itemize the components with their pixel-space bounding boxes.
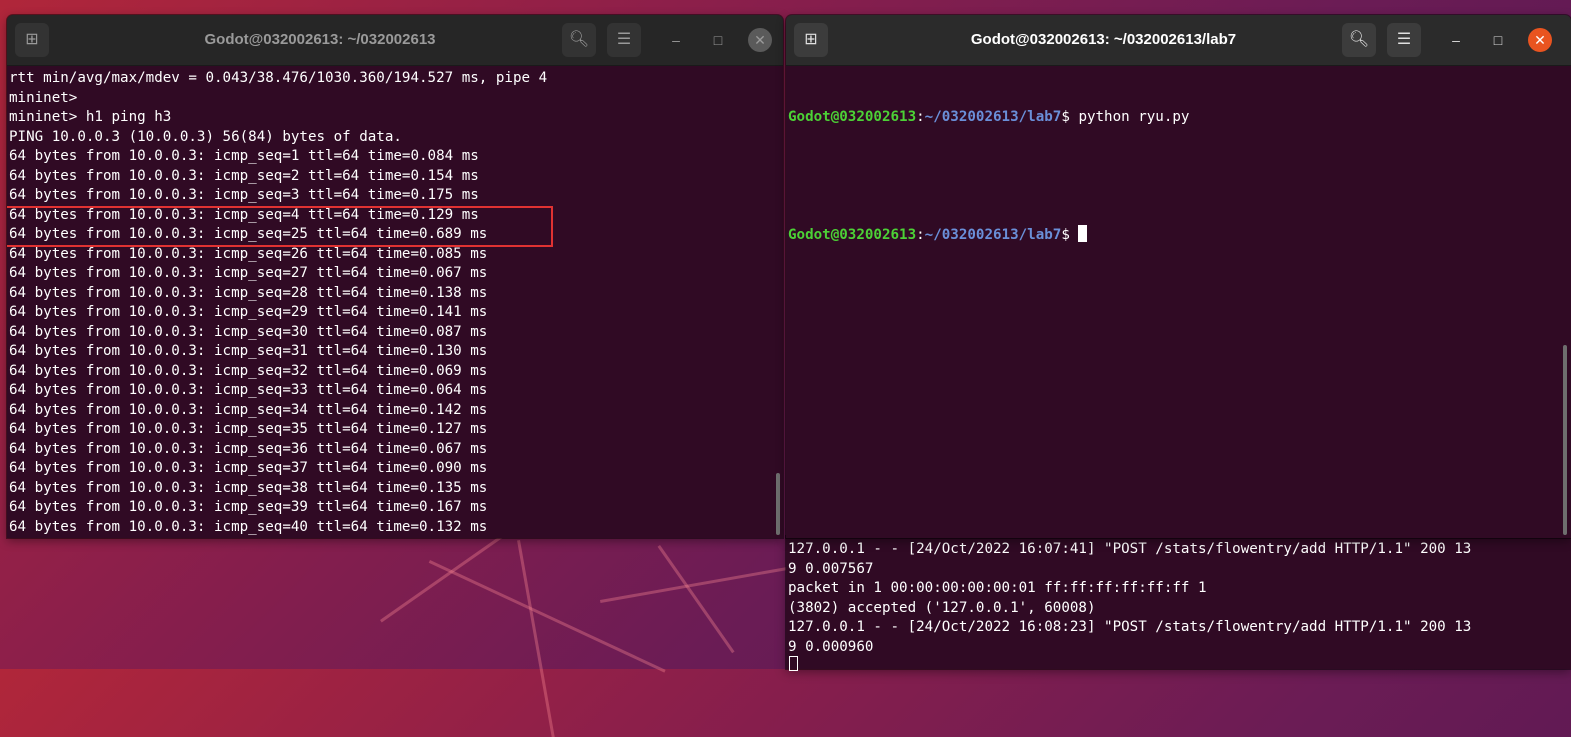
left-terminal-window[interactable]: ⊞ Godot@032002613: ~/032002613 🔍︎ ☰ – □ …	[7, 15, 783, 538]
window-title: Godot@032002613: ~/032002613	[204, 31, 436, 48]
text-cursor	[1078, 225, 1088, 242]
terminal-line: 64 bytes from 10.0.0.3: icmp_seq=27 ttl=…	[9, 265, 488, 281]
search-button[interactable]: 🔍︎	[1342, 23, 1376, 57]
terminal-line: 64 bytes from 10.0.0.3: icmp_seq=26 ttl=…	[9, 245, 488, 262]
terminal-line: packet in 1 00:00:00:00:00:01 ff:ff:ff:f…	[788, 580, 1207, 596]
background-terminal-output: 127.0.0.1 - - [24/Oct/2022 16:07:41] "PO…	[786, 540, 1571, 669]
terminal-line: rtt min/avg/max/mdev = 0.043/38.476/1030…	[9, 70, 548, 86]
left-terminal-output[interactable]: rtt min/avg/max/mdev = 0.043/38.476/1030…	[7, 69, 783, 538]
terminal-line: 64 bytes from 10.0.0.3: icmp_seq=39 ttl=…	[9, 499, 488, 515]
hamburger-menu-icon: ☰	[1396, 31, 1412, 48]
right-terminal-window[interactable]: ⊞ Godot@032002613: ~/032002613/lab7 🔍︎ ☰…	[786, 15, 1571, 538]
search-button[interactable]: 🔍︎	[562, 23, 596, 57]
prompt-path: ~/032002613/lab7	[924, 109, 1062, 125]
right-titlebar[interactable]: ⊞ Godot@032002613: ~/032002613/lab7 🔍︎ ☰…	[786, 15, 1571, 66]
menu-button[interactable]: ☰	[1387, 23, 1421, 57]
terminal-line: 64 bytes from 10.0.0.3: icmp_seq=3 ttl=6…	[9, 187, 479, 203]
terminal-line: 64 bytes from 10.0.0.3: icmp_seq=40 ttl=…	[9, 518, 488, 535]
maximize-button[interactable]: □	[706, 28, 730, 52]
maximize-button[interactable]: □	[1486, 28, 1510, 52]
maximize-icon: □	[1493, 32, 1503, 48]
maximize-icon: □	[713, 32, 723, 48]
minimize-icon: –	[672, 32, 680, 48]
search-icon: 🔍︎	[1348, 31, 1370, 48]
prompt-path: ~/032002613/lab7	[924, 227, 1062, 243]
terminal-line: PING 10.0.0.3 (10.0.0.3) 56(84) bytes of…	[9, 128, 402, 145]
prompt-line: Godot@032002613:~/032002613/lab7$	[788, 225, 1571, 245]
terminal-line: 64 bytes from 10.0.0.3: icmp_seq=35 ttl=…	[9, 421, 488, 437]
wallpaper-line	[428, 560, 666, 673]
command-text: python ryu.py	[1078, 109, 1190, 125]
terminal-line: 127.0.0.1 - - [24/Oct/2022 16:08:23] "PO…	[788, 619, 1472, 635]
terminal-line: 64 bytes from 10.0.0.3: icmp_seq=36 ttl=…	[9, 440, 488, 457]
terminal-line: 64 bytes from 10.0.0.3: icmp_seq=28 ttl=…	[9, 284, 488, 301]
terminal-line: 64 bytes from 10.0.0.3: icmp_seq=32 ttl=…	[9, 362, 488, 379]
terminal-line: mininet> h1 ping h3	[9, 109, 172, 125]
background-terminal-window[interactable]: 127.0.0.1 - - [24/Oct/2022 16:07:41] "PO…	[786, 536, 1571, 669]
close-button[interactable]: ✕	[748, 28, 772, 52]
minimize-button[interactable]: –	[1444, 28, 1468, 52]
prompt-user: Godot@032002613	[788, 227, 917, 243]
window-title: Godot@032002613: ~/032002613/lab7	[970, 31, 1237, 48]
highlight-box	[7, 206, 553, 247]
terminal-line: 64 bytes from 10.0.0.3: icmp_seq=1 ttl=6…	[9, 148, 479, 164]
minimize-icon: –	[1452, 32, 1460, 48]
terminal-line: 64 bytes from 10.0.0.3: icmp_seq=31 ttl=…	[9, 343, 488, 359]
terminal-line: 64 bytes from 10.0.0.3: icmp_seq=30 ttl=…	[9, 323, 488, 340]
terminal-line: 64 bytes from 10.0.0.3: icmp_seq=29 ttl=…	[9, 304, 488, 320]
terminal-line: 64 bytes from 10.0.0.3: icmp_seq=37 ttl=…	[9, 460, 488, 476]
terminal-line: 64 bytes from 10.0.0.3: icmp_seq=34 ttl=…	[9, 401, 488, 418]
prompt-dollar: $	[1061, 109, 1079, 125]
close-button[interactable]: ✕	[1528, 28, 1552, 52]
new-tab-button[interactable]: ⊞	[15, 23, 49, 57]
terminal-line: 64 bytes from 10.0.0.3: icmp_seq=38 ttl=…	[9, 479, 488, 496]
command-line: Godot@032002613:~/032002613/lab7$ python…	[788, 108, 1571, 128]
menu-button[interactable]: ☰	[607, 23, 641, 57]
close-icon: ✕	[754, 32, 766, 48]
prompt-separator: :	[916, 227, 925, 243]
terminal-line: 127.0.0.1 - - [24/Oct/2022 16:07:41] "PO…	[788, 541, 1472, 557]
terminal-line: 9 0.000960	[788, 638, 874, 655]
terminal-line: 64 bytes from 10.0.0.3: icmp_seq=2 ttl=6…	[9, 167, 479, 184]
terminal-line: (3802) accepted ('127.0.0.1', 60008)	[788, 599, 1096, 616]
new-tab-button[interactable]: ⊞	[794, 23, 828, 57]
scrollbar-thumb[interactable]	[776, 473, 780, 535]
hamburger-menu-icon: ☰	[616, 31, 632, 48]
terminal-line: 9 0.007567	[788, 560, 874, 577]
wallpaper-line	[657, 545, 735, 654]
new-tab-icon: ⊞	[804, 31, 818, 48]
search-icon: 🔍︎	[568, 31, 590, 48]
minimize-button[interactable]: –	[664, 28, 688, 52]
wallpaper-line	[380, 528, 513, 623]
terminal-line: 64 bytes from 10.0.0.3: icmp_seq=33 ttl=…	[9, 382, 488, 398]
terminal-line: mininet>	[9, 89, 78, 106]
right-terminal-output[interactable]: Godot@032002613:~/032002613/lab7$ python…	[786, 69, 1571, 538]
left-titlebar[interactable]: ⊞ Godot@032002613: ~/032002613 🔍︎ ☰ – □ …	[7, 15, 783, 66]
prompt-dollar: $	[1061, 227, 1079, 243]
close-icon: ✕	[1534, 32, 1546, 48]
new-tab-icon: ⊞	[25, 31, 39, 48]
wallpaper-line	[517, 540, 555, 737]
scrollbar-thumb[interactable]	[1563, 345, 1567, 535]
prompt-separator: :	[916, 109, 925, 125]
prompt-user: Godot@032002613	[788, 109, 917, 125]
